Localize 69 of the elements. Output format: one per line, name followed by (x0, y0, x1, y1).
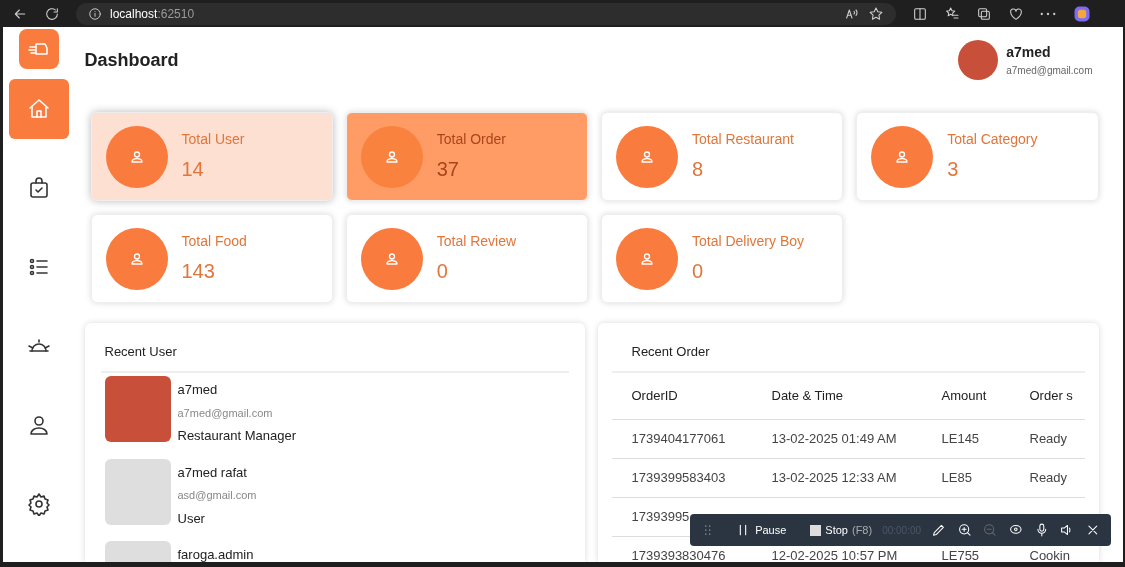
stat-value: 14 (181, 157, 205, 182)
stat-card[interactable]: Total Category 3 (856, 112, 1099, 201)
stat-label: Total Category (947, 130, 1038, 149)
stat-value: 37 (436, 157, 460, 182)
stat-value: 143 (181, 259, 216, 284)
home-icon (26, 97, 51, 121)
pause-button[interactable]: Pause (735, 521, 787, 539)
table-cell-text: 1739404177061 (631, 430, 727, 449)
stat-card[interactable]: Total Order 37 (345, 112, 588, 201)
favorites-icon (944, 5, 960, 22)
user-role: Restaurant Manager (177, 427, 296, 445)
info-icon (88, 6, 102, 21)
user-email: a7med@gmail.com (177, 405, 274, 421)
settings-icon (26, 492, 51, 516)
column-header: Date & Time (771, 387, 845, 406)
collections-icon (976, 5, 992, 22)
stat-label: Total Delivery Boy (692, 232, 805, 251)
user-name: a7med (177, 381, 219, 399)
table-cell-text: LE145 (941, 430, 981, 449)
user-name: faroga.admin (177, 546, 254, 562)
table-cell-text: LE85 (941, 469, 973, 488)
stat-card[interactable]: Total User 14 (90, 112, 333, 201)
user-email: a7med@gmail.com (1006, 64, 1093, 78)
zoom-out-icon (982, 522, 998, 538)
avatar-photo-placeholder (958, 40, 999, 80)
stat-value: 0 (436, 259, 449, 284)
more-icon[interactable] (1040, 11, 1056, 16)
table-cell-text: Ready (1029, 430, 1069, 449)
user-name: a7med (1006, 43, 1052, 62)
stat-label: Total Order (436, 130, 506, 149)
table-cell-text: LE755 (941, 547, 981, 562)
column-header: Order s (1029, 387, 1074, 406)
stat-card[interactable]: Total Review 0 (345, 214, 588, 303)
stat-value: 8 (692, 157, 705, 182)
favorite-icon (868, 5, 884, 22)
stat-card[interactable]: Total Delivery Boy 0 (601, 214, 844, 303)
user-role: User (177, 509, 206, 528)
column-header: OrderID (631, 387, 679, 406)
zoom-in-icon (956, 522, 973, 538)
user-name: a7med rafat (177, 463, 248, 482)
stat-value: 0 (692, 259, 705, 284)
stat-label: Total Review (436, 232, 517, 251)
column-header: Amount (941, 387, 988, 406)
table-cell-text: 13-02-2025 01:49 AM (771, 430, 898, 449)
stop-icon (810, 524, 822, 536)
user-email: asd@gmail.com (177, 488, 257, 503)
pencil-icon (931, 522, 947, 538)
table-cell-text: 13-02-2025 12:33 AM (771, 469, 898, 488)
stat-card[interactable]: Total Food 143 (90, 214, 333, 303)
reload-icon (44, 5, 60, 22)
stat-value: 3 (947, 157, 960, 182)
panel-title: Recent Order (631, 344, 710, 359)
stat-label: Total Food (181, 232, 247, 251)
address-bar[interactable]: localhost:62510 (76, 2, 896, 25)
panel-title: Recent User (104, 344, 177, 359)
table-cell-text: 17393995 (631, 508, 691, 527)
stat-label: Total User (181, 130, 245, 149)
stat-label: Total Restaurant (692, 130, 794, 149)
page-title: Dashboard (84, 48, 179, 72)
url-text: localhost:62510 (110, 5, 195, 23)
table-cell-text: 1739393830476 (631, 547, 727, 562)
table-cell-text: 1739399583403 (631, 469, 727, 488)
split-screen-icon (912, 5, 928, 22)
table-cell-text: 12-02-2025 10:57 PM (771, 547, 899, 562)
stat-card[interactable]: Total Restaurant 8 (601, 112, 844, 201)
table-cell-text: Cookin (1029, 547, 1071, 562)
logo[interactable] (18, 29, 59, 69)
stop-button[interactable]: Stop (F8) (810, 521, 873, 539)
table-cell-text: Ready (1029, 469, 1069, 488)
